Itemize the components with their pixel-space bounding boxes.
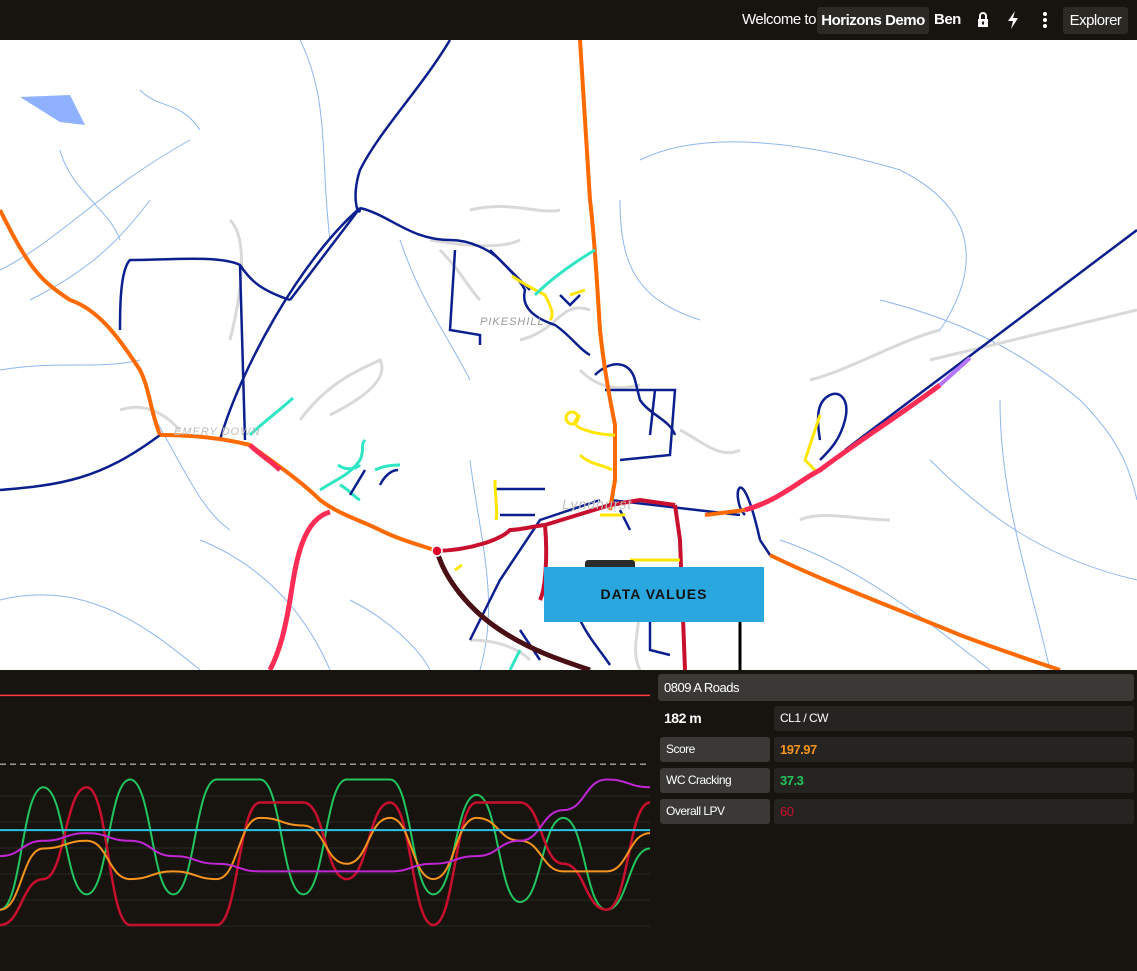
wc-cracking-value: 37.3 — [774, 768, 1134, 793]
overall-lpv-value: 60 — [774, 799, 1134, 824]
condition-chart[interactable] — [0, 670, 650, 940]
lock-icon[interactable] — [973, 10, 993, 30]
place-label-lyndhurst: Lyndhurst — [562, 496, 633, 512]
welcome-text: Welcome to — [742, 11, 816, 28]
place-label-pikeshill: PIKESHILL — [480, 316, 545, 328]
overall-lpv-label: Overall LPV — [660, 799, 770, 824]
lightning-icon[interactable] — [1003, 10, 1023, 30]
more-vertical-icon[interactable] — [1035, 10, 1055, 30]
explorer-button[interactable]: Explorer — [1063, 7, 1128, 34]
lane-field: CL1 / CW — [774, 706, 1134, 731]
wc-cracking-label: WC Cracking — [660, 768, 770, 793]
data-values-callout: DATA VALUES — [544, 567, 764, 622]
score-value: 197.97 — [774, 737, 1134, 762]
segment-length: 182 m — [664, 710, 702, 726]
user-name[interactable]: Ben — [934, 0, 961, 40]
top-bar: Welcome to Horizons Demo Ben Explorer — [0, 0, 1137, 40]
series-line-2 — [0, 816, 650, 911]
project-selector[interactable]: Horizons Demo — [817, 7, 929, 34]
place-label-emery-down: EMERY DOWN — [174, 426, 261, 438]
score-label: Score — [660, 737, 770, 762]
segment-info-panel: 0809 A Roads 182 m CL1 / CW Score 197.97… — [658, 672, 1137, 932]
road-name-field: 0809 A Roads — [658, 674, 1134, 701]
series-line-1 — [0, 785, 650, 927]
